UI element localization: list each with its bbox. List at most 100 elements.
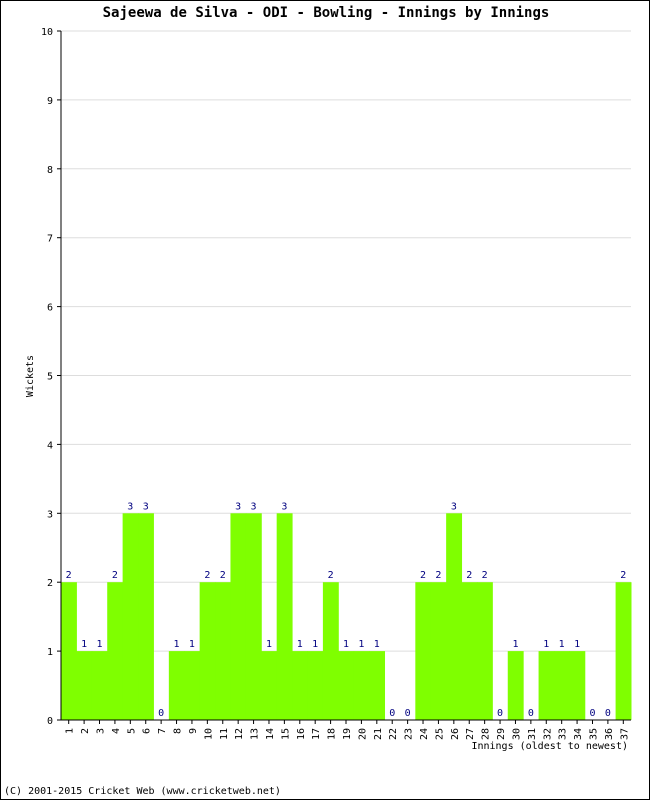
bar	[615, 582, 632, 720]
x-tick-label: 32	[542, 728, 553, 740]
y-tick-label: 2	[47, 578, 53, 589]
data-label: 0	[497, 708, 503, 719]
bar	[76, 651, 93, 720]
y-tick-label: 1	[47, 647, 53, 658]
bar	[261, 651, 278, 720]
data-label: 1	[512, 639, 518, 650]
bar	[199, 582, 216, 720]
data-label: 2	[420, 570, 426, 581]
x-tick-label: 9	[188, 728, 199, 734]
x-tick-label: 6	[142, 728, 153, 734]
y-tick-label: 3	[47, 509, 53, 520]
data-label: 2	[328, 570, 334, 581]
y-tick-label: 5	[47, 372, 53, 383]
data-label: 3	[235, 501, 241, 512]
data-label: 0	[605, 708, 611, 719]
bar	[415, 582, 432, 720]
x-tick-label: 24	[419, 728, 430, 740]
data-label: 2	[112, 570, 118, 581]
bar	[184, 651, 201, 720]
bar	[61, 582, 77, 720]
bar	[138, 513, 154, 720]
data-label: 1	[297, 639, 303, 650]
x-tick-label: 2	[80, 728, 91, 734]
x-tick-label: 8	[173, 728, 184, 734]
data-label: 1	[174, 639, 180, 650]
x-tick-label: 17	[311, 728, 322, 740]
bar	[476, 582, 493, 720]
data-label: 1	[96, 639, 102, 650]
data-label: 0	[589, 708, 595, 719]
bar	[369, 651, 386, 720]
copyright-footer: (C) 2001-2015 Cricket Web (www.cricketwe…	[4, 786, 281, 797]
data-label: 1	[543, 639, 549, 650]
data-label: 3	[127, 501, 133, 512]
data-label: 1	[358, 639, 364, 650]
data-label: 2	[204, 570, 210, 581]
data-label: 0	[389, 708, 395, 719]
x-tick-label: 30	[511, 728, 522, 740]
data-label: 3	[451, 501, 457, 512]
x-tick-label: 28	[481, 728, 492, 740]
bar	[91, 651, 108, 720]
x-tick-label: 31	[527, 728, 538, 740]
y-tick-label: 0	[47, 716, 53, 727]
y-tick-label: 10	[41, 27, 53, 38]
x-tick-label: 26	[450, 728, 461, 740]
bar	[322, 582, 339, 720]
x-tick-label: 11	[219, 728, 230, 740]
bar	[230, 513, 247, 720]
data-label: 3	[143, 501, 149, 512]
bar	[215, 582, 231, 720]
data-label: 1	[574, 639, 580, 650]
data-label: 2	[466, 570, 472, 581]
y-tick-label: 9	[47, 96, 53, 107]
x-tick-label: 18	[327, 728, 338, 740]
bar	[461, 582, 478, 720]
x-tick-label: 35	[588, 728, 599, 740]
data-label: 1	[343, 639, 349, 650]
bar-chart: 21 123 301 12 23 3131 121 1 10 02 232 20101 1 10 02 01…	[25, 27, 632, 752]
x-tick-label: 13	[250, 728, 261, 740]
data-label: 3	[281, 501, 287, 512]
x-tick-label: 4	[111, 728, 122, 734]
x-tick-label: 10	[203, 728, 214, 740]
x-tick-label: 34	[573, 728, 584, 740]
x-tick-label: 23	[404, 728, 415, 740]
bar	[292, 651, 308, 720]
y-axis-label: Wickets	[25, 355, 36, 397]
data-label: 2	[435, 570, 441, 581]
bar	[122, 513, 139, 720]
x-tick-label: 21	[373, 728, 384, 740]
x-tick-label: 27	[465, 728, 476, 740]
data-label: 1	[559, 639, 565, 650]
chart-frame: Sajeewa de Silva - ODI - Bowling - Innin…	[0, 0, 650, 800]
x-tick-label: 15	[280, 728, 291, 740]
x-tick-label: 33	[558, 728, 569, 740]
bar	[446, 513, 463, 720]
x-tick-label: 3	[96, 728, 107, 734]
data-label: 1	[189, 639, 195, 650]
x-tick-label: 36	[604, 728, 615, 740]
data-label: 2	[620, 570, 626, 581]
bar	[553, 651, 570, 720]
data-label: 2	[220, 570, 226, 581]
bar	[430, 582, 447, 720]
x-tick-label: 25	[434, 728, 445, 740]
y-tick-label: 8	[47, 165, 53, 176]
data-label: 1	[266, 639, 272, 650]
bar	[245, 513, 262, 720]
bar	[107, 582, 124, 720]
x-tick-label: 12	[234, 728, 245, 740]
data-label: 0	[528, 708, 534, 719]
data-label: 3	[251, 501, 257, 512]
data-label: 1	[312, 639, 318, 650]
bar	[569, 651, 586, 720]
bar	[538, 651, 555, 720]
data-label: 2	[482, 570, 488, 581]
x-tick-label: 19	[342, 728, 353, 740]
x-tick-label: 29	[496, 728, 507, 740]
y-tick-label: 4	[47, 440, 53, 451]
bars	[61, 513, 632, 720]
data-label: 0	[405, 708, 411, 719]
